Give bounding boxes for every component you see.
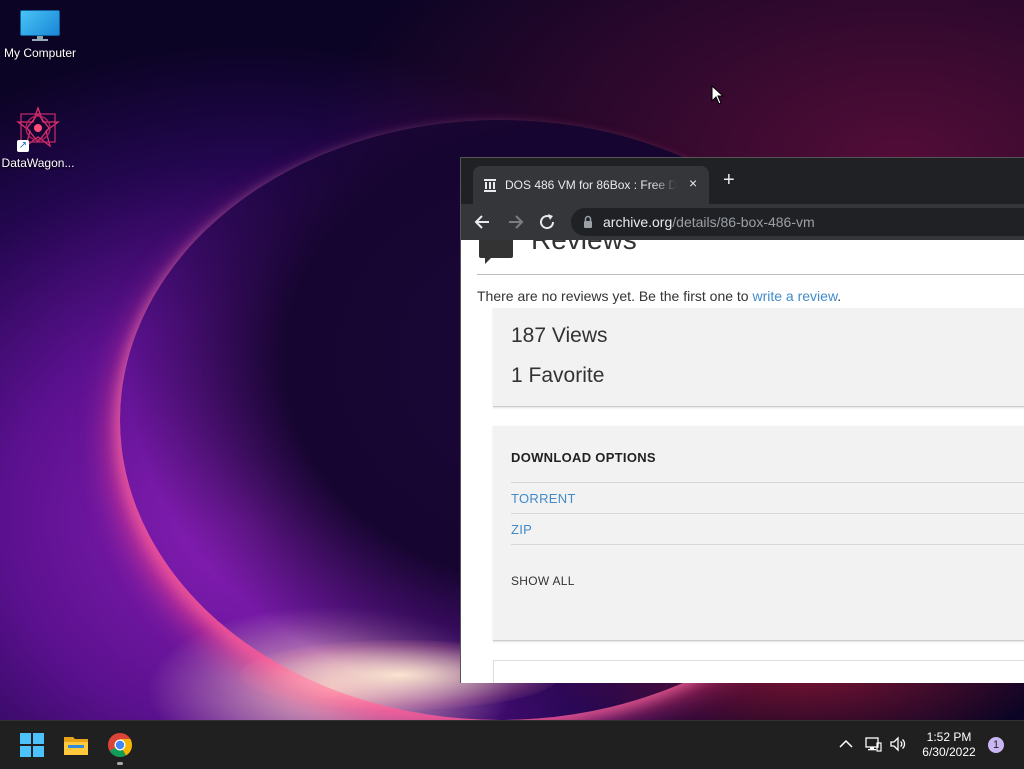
views-count: 187 Views <box>511 324 608 347</box>
download-torrent-link[interactable]: TORRENT <box>511 491 576 506</box>
folder-icon[interactable] <box>62 731 90 759</box>
address-url: archive.org/details/86-box-486-vm <box>603 214 815 230</box>
forward-arrow-icon[interactable] <box>505 212 525 232</box>
notification-badge[interactable]: 1 <box>988 737 1004 753</box>
monitor-icon <box>20 10 60 41</box>
clock-time: 1:52 PM <box>926 730 972 744</box>
download-zip-link[interactable]: ZIP <box>511 522 532 537</box>
clock-date: 6/30/2022 <box>922 745 976 759</box>
next-section-panel <box>493 660 1024 683</box>
download-options-panel: DOWNLOAD OPTIONS TORRENT ZIP SHOW ALL <box>493 426 1024 641</box>
desktop-icon-label: My Computer <box>3 46 77 60</box>
browser-toolbar: archive.org/details/86-box-486-vm <box>461 204 1024 241</box>
archive-building-icon <box>484 179 496 192</box>
tab-strip: DOS 486 VM for 86Box : Free Download, Bo… <box>461 158 1024 204</box>
mouse-cursor-icon <box>711 85 725 105</box>
desktop-icon-my-computer[interactable]: My Computer <box>0 10 80 60</box>
chrome-icon[interactable] <box>106 731 134 759</box>
page-content: Reviews There are no reviews yet. Be the… <box>461 240 1024 683</box>
chevron-up-icon[interactable] <box>837 735 855 753</box>
no-reviews-prefix: There are no reviews yet. Be the first o… <box>477 288 753 304</box>
browser-window: DOS 486 VM for 86Box : Free Download, Bo… <box>460 157 1024 683</box>
volume-icon[interactable] <box>889 735 907 753</box>
address-bar[interactable]: archive.org/details/86-box-486-vm <box>571 208 1024 236</box>
datawagon-star-icon: ↗ <box>15 106 61 152</box>
desktop-icon-label: DataWagon... <box>1 156 75 170</box>
divider <box>511 544 1024 545</box>
close-tab-icon[interactable]: × <box>689 175 697 191</box>
reviews-title: Reviews <box>531 240 637 258</box>
download-option-row: ZIP <box>511 513 1024 544</box>
favorites-count: 1 Favorite <box>511 364 605 387</box>
back-arrow-icon[interactable] <box>473 212 493 232</box>
reviews-header: Reviews <box>477 240 1024 275</box>
address-host: archive.org <box>603 214 673 230</box>
taskbar-clock[interactable]: 1:52 PM 6/30/2022 <box>912 730 986 760</box>
write-review-link[interactable]: write a review <box>752 288 837 304</box>
taskbar: 1:52 PM 6/30/2022 1 <box>0 720 1024 769</box>
running-indicator <box>117 762 123 765</box>
browser-tab[interactable]: DOS 486 VM for 86Box : Free Download, Bo… <box>473 166 709 204</box>
windows-start-icon[interactable] <box>18 731 46 759</box>
download-option-row: TORRENT <box>511 482 1024 513</box>
address-path: /details/86-box-486-vm <box>672 214 815 230</box>
no-reviews-text: There are no reviews yet. Be the first o… <box>477 288 841 304</box>
lock-icon[interactable] <box>583 215 593 229</box>
network-icon[interactable] <box>864 735 882 753</box>
shortcut-arrow-icon: ↗ <box>17 140 29 152</box>
stats-panel: 187 Views 1 Favorite <box>493 308 1024 407</box>
tab-title: DOS 486 VM for 86Box : Free Download, Bo… <box>505 178 677 192</box>
no-reviews-suffix: . <box>837 288 842 304</box>
show-all-link[interactable]: SHOW ALL <box>511 574 575 588</box>
speech-bubble-icon <box>479 240 513 264</box>
reload-icon[interactable] <box>537 212 557 232</box>
desktop-icon-datawagon[interactable]: ↗ DataWagon... <box>0 106 78 170</box>
download-options-title: DOWNLOAD OPTIONS <box>511 450 656 465</box>
new-tab-button[interactable]: + <box>723 170 735 190</box>
